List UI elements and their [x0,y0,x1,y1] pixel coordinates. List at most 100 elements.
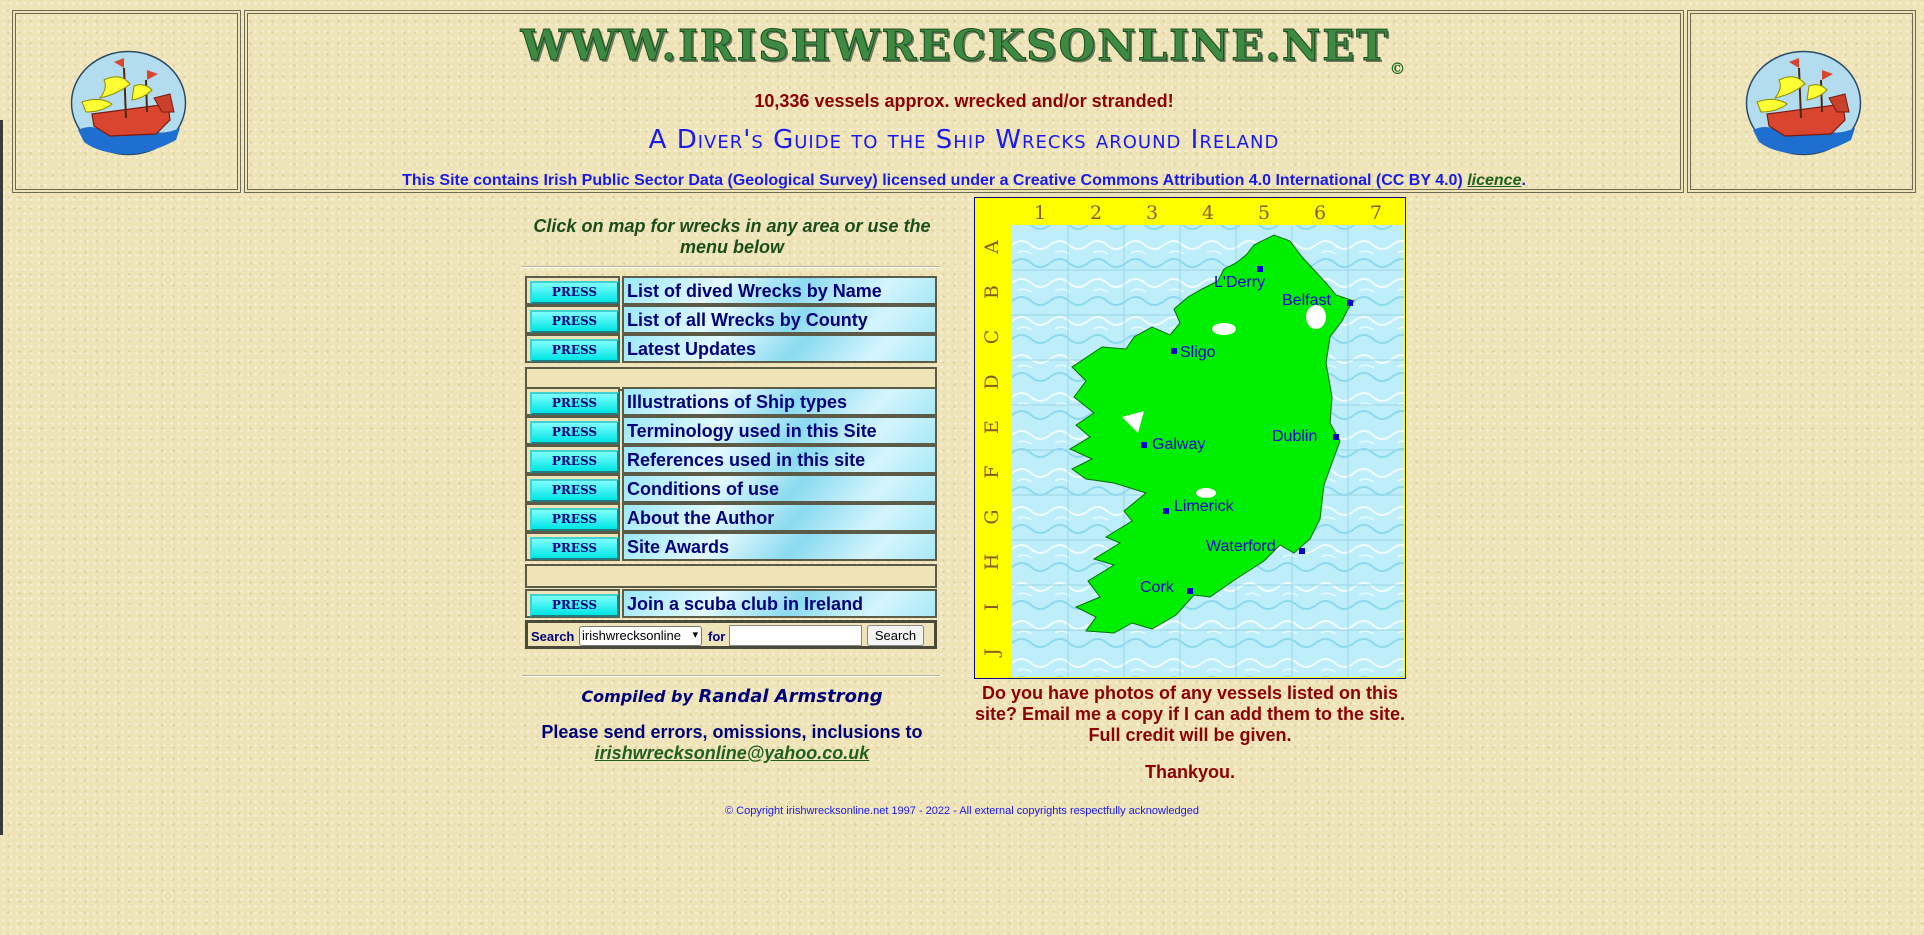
contact-text: Please send errors, omissions, inclusion… [541,722,923,742]
menu-item-ship-illustrations[interactable]: Illustrations of Ship types [627,392,847,413]
menu-label-cell: Join a scuba club in Ireland [622,589,937,618]
window-edge [0,120,3,835]
press-button[interactable]: PRESS [530,537,619,560]
menu-row[interactable]: PRESS References used in this site [525,445,937,474]
map-row-label: H [981,554,1003,571]
search-scope-value: irishwrecksonline [582,628,681,643]
city-label[interactable]: Cork [1140,579,1175,596]
city-label[interactable]: Belfast [1282,292,1331,309]
site-title: WWW.IRISHWRECKSONLINE.NET© [245,21,1683,79]
press-cell: PRESS [525,334,620,363]
divider [522,266,940,268]
city-marker [1141,442,1147,448]
license-end: . [1521,172,1526,189]
press-button[interactable]: PRESS [530,392,619,415]
city-label[interactable]: Dublin [1272,428,1317,445]
menu-row[interactable]: PRESS About the Author [525,503,937,532]
menu-row[interactable]: PRESS Conditions of use [525,474,937,503]
press-cell: PRESS [525,589,620,618]
press-cell: PRESS [525,474,620,503]
menu-item-latest-updates[interactable]: Latest Updates [627,339,756,360]
spacer-cell [525,564,937,588]
map-column-label: 3 [1146,202,1158,224]
map-column-label: 1 [1034,202,1046,224]
search-button[interactable]: Search [867,625,924,646]
tagline: 10,336 vessels approx. wrecked and/or st… [754,91,1174,111]
city-marker [1163,508,1169,514]
city-label[interactable]: L'Derry [1214,274,1265,291]
map-row-label: G [981,509,1003,524]
city-label[interactable]: Galway [1152,436,1205,453]
ship-logo-icon [1745,50,1862,156]
map-row-label: B [981,285,1003,299]
menu-row[interactable]: PRESS Latest Updates [525,334,937,363]
header-right-cell [1687,10,1916,193]
search-for-label: for [708,629,726,644]
contact-note: Please send errors, omissions, inclusion… [522,722,942,764]
press-button[interactable]: PRESS [530,281,619,304]
map-column-label: 4 [1202,202,1214,224]
menu-label-cell: References used in this site [622,445,937,474]
menu-label-cell: Latest Updates [622,334,937,363]
header-center-cell: WWW.IRISHWRECKSONLINE.NET© 10,336 vessel… [244,10,1684,193]
chevron-down-icon: ▾ [692,629,698,641]
map-instructions: Click on map for wrecks in any area or u… [533,216,931,257]
search-input[interactable] [729,625,862,646]
press-button[interactable]: PRESS [530,339,619,362]
map-column-label: 5 [1258,202,1270,224]
press-cell: PRESS [525,305,620,334]
author-name: Randal Armstrong [698,686,883,707]
press-button[interactable]: PRESS [530,479,619,502]
menu-label-cell: List of all Wrecks by County [622,305,937,334]
menu-item-wrecks-by-county[interactable]: List of all Wrecks by County [627,310,868,331]
menu-row[interactable]: PRESS List of all Wrecks by County [525,305,937,334]
menu-item-about-author[interactable]: About the Author [627,508,774,529]
press-button[interactable]: PRESS [530,310,619,333]
menu-row[interactable]: PRESS Terminology used in this Site [525,416,937,445]
ireland-map[interactable]: 1 2 3 4 5 6 7 A B C D E F G H I J L'Derry Belfast Sligo Ga… [974,197,1406,679]
press-cell: PRESS [525,276,620,305]
menu-item-dived-wrecks[interactable]: List of dived Wrecks by Name [627,281,882,302]
press-button[interactable]: PRESS [530,421,619,444]
press-button[interactable]: PRESS [530,450,619,473]
city-label[interactable]: Limerick [1174,498,1235,515]
city-label[interactable]: Sligo [1180,344,1216,361]
divider [522,675,940,677]
map-row-label: I [981,603,1003,611]
map-column-label: 6 [1314,202,1326,224]
menu-item-scuba-club[interactable]: Join a scuba club in Ireland [627,594,863,615]
menu-row[interactable]: PRESS Site Awards [525,532,937,561]
menu-item-conditions[interactable]: Conditions of use [627,479,779,500]
map-row-label: F [981,465,1003,478]
license-notice: This Site contains Irish Public Sector D… [245,172,1683,190]
email-link[interactable]: irishwrecksonline@yahoo.co.uk [595,743,870,763]
licence-link[interactable]: licence [1467,172,1521,189]
ship-logo-icon [70,50,187,156]
menu-label-cell: About the Author [622,503,937,532]
map-column-label: 2 [1090,202,1102,224]
city-marker [1171,348,1177,354]
menu-item-references[interactable]: References used in this site [627,450,865,471]
license-text: This Site contains Irish Public Sector D… [402,172,1468,189]
guide-title: A Diver's Guide to the Ship Wrecks aroun… [648,125,1280,155]
menu-label-cell: Illustrations of Ship types [622,387,937,416]
header-table: WWW.IRISHWRECKSONLINE.NET© 10,336 vessel… [12,10,1916,193]
menu-label-cell: List of dived Wrecks by Name [622,276,937,305]
map-row-label: E [981,420,1003,434]
menu-label-cell: Conditions of use [622,474,937,503]
press-cell: PRESS [525,445,620,474]
site-title-text: WWW.IRISHWRECKSONLINE.NET [520,21,1390,71]
menu-row[interactable]: PRESS Join a scuba club in Ireland [525,589,937,618]
map-row-label: J [981,648,1003,658]
menu-row[interactable]: PRESS List of dived Wrecks by Name [525,276,937,305]
press-button[interactable]: PRESS [530,508,619,531]
menu-row[interactable]: PRESS Illustrations of Ship types [525,387,937,416]
menu-item-site-awards[interactable]: Site Awards [627,537,729,558]
footer-copyright: © Copyright irishwrecksonline.net 1997 -… [724,805,1199,817]
search-scope-select[interactable]: irishwrecksonline ▾ [579,626,702,646]
header-left-cell [12,10,241,193]
city-label[interactable]: Waterford [1206,538,1276,555]
map-row-label: C [981,330,1003,345]
menu-item-terminology[interactable]: Terminology used in this Site [627,421,877,442]
press-button[interactable]: PRESS [530,594,619,617]
